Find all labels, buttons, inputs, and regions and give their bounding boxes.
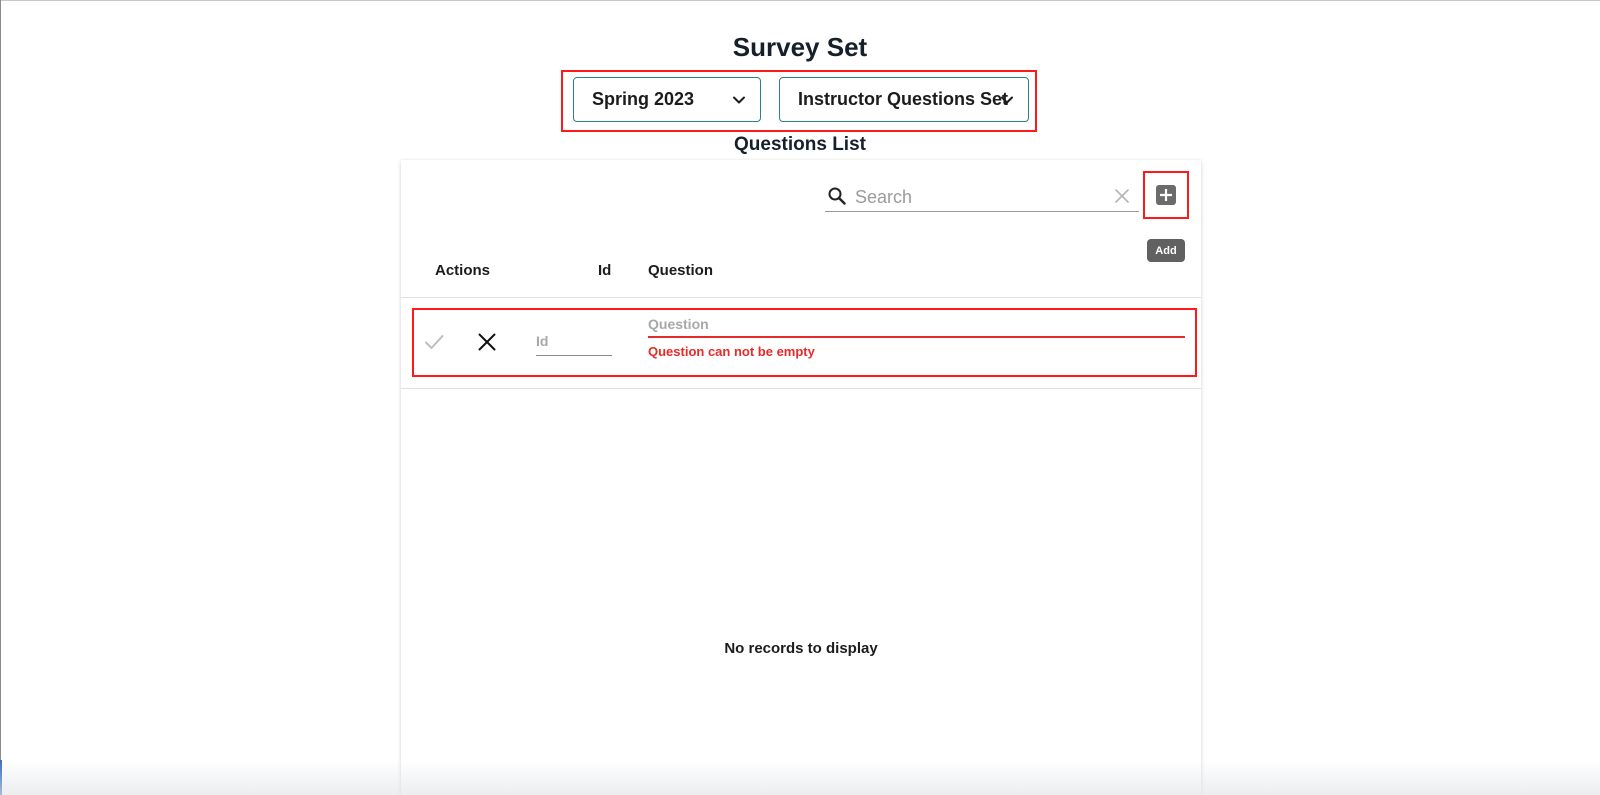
question-input[interactable] bbox=[648, 312, 1185, 336]
id-field bbox=[536, 326, 612, 356]
bottom-shadow bbox=[0, 760, 1600, 795]
search-input[interactable] bbox=[855, 184, 1105, 210]
check-icon[interactable] bbox=[423, 331, 445, 353]
column-header-question[interactable]: Question bbox=[648, 262, 713, 279]
chevron-down-icon bbox=[1001, 96, 1013, 104]
empty-state-message: No records to display bbox=[724, 640, 878, 657]
search-field bbox=[825, 182, 1139, 212]
term-select[interactable]: Spring 2023 bbox=[573, 77, 761, 122]
term-select-value: Spring 2023 bbox=[592, 89, 695, 109]
column-header-id[interactable]: Id bbox=[598, 262, 611, 279]
window-top-border bbox=[0, 0, 1600, 1]
new-question-row: Question can not be empty bbox=[401, 299, 1201, 389]
add-button[interactable] bbox=[1156, 185, 1176, 205]
plus-square-icon bbox=[1160, 189, 1172, 201]
column-header-actions: Actions bbox=[435, 262, 491, 279]
section-title: Questions List bbox=[734, 134, 866, 155]
question-set-select[interactable]: Instructor Questions Set bbox=[779, 77, 1029, 122]
page-title: Survey Set bbox=[732, 32, 868, 62]
close-icon[interactable] bbox=[1115, 189, 1129, 203]
chevron-down-icon bbox=[733, 96, 745, 104]
search-icon bbox=[828, 187, 846, 205]
close-icon[interactable] bbox=[477, 332, 497, 352]
window-left-border bbox=[0, 0, 1, 795]
questions-table: Add Actions Id Question Question can not… bbox=[401, 160, 1201, 795]
table-header-row: Actions Id Question bbox=[401, 232, 1201, 298]
id-input[interactable] bbox=[536, 326, 612, 355]
question-field bbox=[648, 312, 1185, 338]
question-set-select-value: Instructor Questions Set bbox=[798, 89, 1009, 109]
question-error-message: Question can not be empty bbox=[648, 344, 815, 359]
